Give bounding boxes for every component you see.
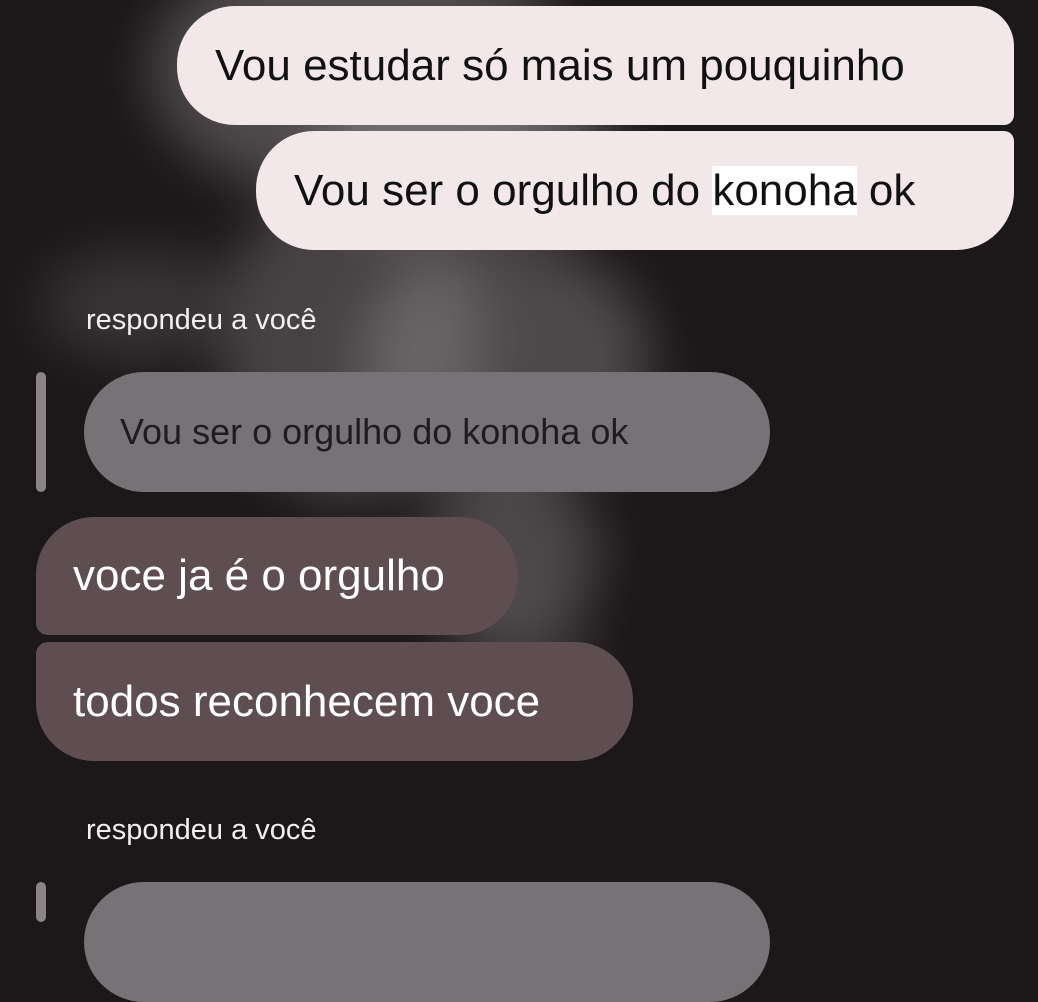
received-message-bubble[interactable]: voce ja é o orgulho bbox=[36, 517, 518, 635]
sent-message-bubble[interactable]: Vou ser o orgulho do konoha ok bbox=[256, 131, 1014, 250]
reply-label: respondeu a você bbox=[86, 814, 317, 846]
sent-message-text: Vou estudar só mais um pouquinho bbox=[215, 40, 905, 90]
quoted-message-bubble[interactable]: Vou ser o orgulho do konoha ok bbox=[84, 372, 770, 492]
received-message-text: todos reconhecem voce bbox=[73, 676, 541, 726]
received-message-bubble[interactable]: todos reconhecem voce bbox=[36, 642, 633, 761]
quoted-message-text: Vou ser o orgulho do konoha ok bbox=[120, 411, 629, 452]
quoted-message-bubble[interactable] bbox=[84, 882, 770, 1002]
reply-label: respondeu a você bbox=[86, 304, 317, 336]
sent-message-bubble[interactable]: Vou estudar só mais um pouquinho bbox=[177, 6, 1014, 125]
received-message-text: voce ja é o orgulho bbox=[73, 551, 445, 600]
reply-quote-bar bbox=[36, 882, 46, 922]
sent-message-text: Vou ser o orgulho do konoha ok bbox=[294, 165, 916, 215]
reply-quote-bar bbox=[36, 372, 46, 492]
highlighted-word: konoha bbox=[712, 165, 857, 215]
